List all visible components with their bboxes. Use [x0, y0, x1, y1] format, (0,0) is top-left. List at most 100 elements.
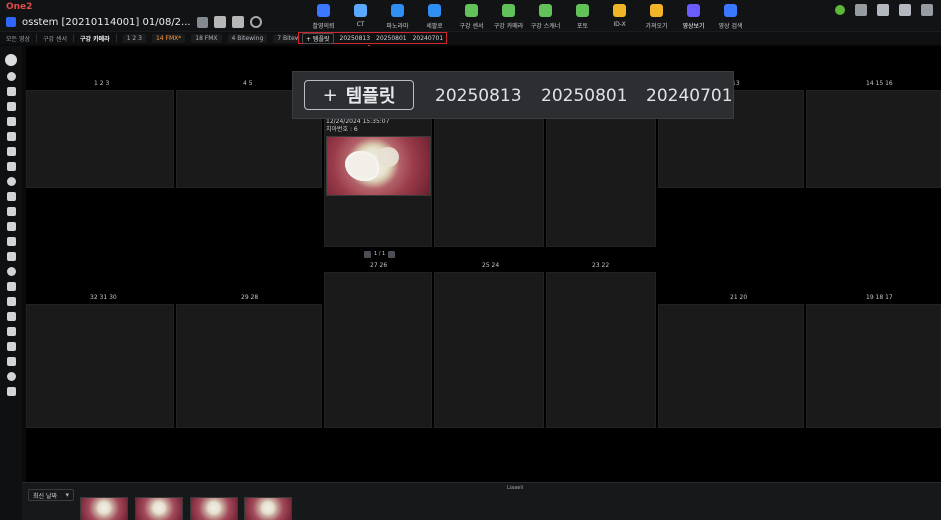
- nav-photo-label: 포토: [576, 23, 589, 30]
- image-slot[interactable]: [806, 90, 941, 188]
- triangle-icon[interactable]: [6, 207, 16, 216]
- nav-request[interactable]: 촬영의뢰: [310, 4, 337, 30]
- nav-search[interactable]: 영상 검색: [717, 4, 744, 30]
- nav-sensor-label: 구강 센서: [459, 23, 484, 30]
- pointer-icon[interactable]: [6, 162, 16, 171]
- template-add-large-button[interactable]: + 템플릿: [304, 80, 414, 110]
- image-slot[interactable]: [324, 272, 432, 428]
- template-add-button[interactable]: + 템플릿: [302, 32, 334, 44]
- nav-viewer[interactable]: 영상보기: [680, 4, 707, 30]
- template-date-1[interactable]: 20250813: [340, 35, 371, 42]
- headset-icon[interactable]: [877, 4, 889, 16]
- nav-panorama[interactable]: 파노라마: [384, 4, 411, 30]
- circle-icon[interactable]: [6, 267, 16, 276]
- template-pill-4bitewing[interactable]: 4 Bitewing: [227, 33, 268, 43]
- photo-icon: [576, 4, 589, 17]
- patient-label[interactable]: osstem [20210114001] 01/08/2...: [22, 17, 191, 28]
- right-actions: [835, 4, 933, 16]
- person-icon[interactable]: [6, 87, 16, 96]
- tooth-icon[interactable]: [6, 312, 16, 321]
- home-icon[interactable]: [5, 54, 17, 66]
- print-icon[interactable]: [855, 4, 867, 16]
- prev-page-button[interactable]: [364, 250, 371, 258]
- chevron-down-icon: ▾: [65, 491, 69, 499]
- image-slot[interactable]: [546, 272, 656, 428]
- swap-icon[interactable]: [6, 132, 16, 141]
- bucket-icon[interactable]: [6, 297, 16, 306]
- info-icon[interactable]: [6, 72, 16, 81]
- record-icon[interactable]: [6, 372, 16, 381]
- search-icon: [724, 4, 737, 17]
- nav-camera[interactable]: 구강 카메라: [494, 4, 523, 30]
- next-page-button[interactable]: [388, 250, 396, 258]
- thumbnail[interactable]: [190, 497, 238, 520]
- tooth-alt-icon[interactable]: [6, 327, 16, 336]
- tooth-number: 치아번호 : 6: [326, 126, 358, 133]
- exit-icon[interactable]: [921, 4, 933, 16]
- nav-scanner[interactable]: 구강 스캐너: [531, 4, 560, 30]
- nav-cephalo-label: 세팔로: [426, 23, 443, 30]
- intraoral-photo[interactable]: [326, 136, 431, 196]
- crumb-sensor[interactable]: 구강 센서: [43, 34, 67, 43]
- group-icon[interactable]: [6, 117, 16, 126]
- chart-icon[interactable]: [6, 357, 16, 366]
- image-slot[interactable]: [658, 304, 804, 428]
- thumbnail[interactable]: [80, 497, 128, 520]
- brush-icon[interactable]: [6, 282, 16, 291]
- image-slot[interactable]: [26, 304, 174, 428]
- dot-icon[interactable]: [6, 177, 16, 186]
- template-date-3[interactable]: 20240701: [413, 35, 444, 42]
- nav-idx[interactable]: ID-X: [606, 4, 633, 30]
- thumbnail[interactable]: [244, 497, 292, 520]
- nav-idx-label: ID-X: [613, 21, 626, 28]
- template-pill-18fmx[interactable]: 18 FMX: [191, 33, 222, 43]
- add-icon[interactable]: [6, 147, 16, 156]
- slot-label-r3-c: 21 20: [730, 294, 748, 301]
- sensor-icon: [465, 4, 478, 17]
- user-icon[interactable]: [213, 16, 226, 28]
- person-alt-icon[interactable]: [6, 102, 16, 111]
- nav-cephalo[interactable]: 세팔로: [421, 4, 448, 30]
- page-indicator: 1 / 1: [374, 251, 386, 257]
- template-date-2[interactable]: 20250801: [376, 35, 407, 42]
- filmstrip-panel: 최신 날짜 ▾ Liaaeii: [22, 482, 941, 520]
- chat-icon[interactable]: [6, 387, 16, 396]
- square-icon[interactable]: [6, 192, 16, 201]
- nav-viewer-label: 영상보기: [682, 23, 705, 30]
- separator: [73, 34, 74, 42]
- sort-dropdown[interactable]: 최신 날짜 ▾: [28, 489, 74, 501]
- nav-sensor[interactable]: 구강 센서: [458, 4, 485, 30]
- nav-import[interactable]: 가져오기: [643, 4, 670, 30]
- slot-label-r1-a: 1 2 3: [94, 80, 110, 87]
- template-date-large-2[interactable]: 20250801: [541, 86, 628, 106]
- image-slot[interactable]: [806, 304, 941, 428]
- camera-icon: [502, 4, 515, 17]
- tooth-shape: [377, 147, 399, 167]
- document-icon[interactable]: [231, 16, 244, 28]
- thumbnail[interactable]: [135, 497, 183, 520]
- nav-ct[interactable]: CT: [347, 4, 374, 30]
- template-pill-14fmx[interactable]: 14 FMX*: [151, 33, 186, 43]
- settings-gear-icon[interactable]: [899, 4, 911, 16]
- close-icon[interactable]: [6, 342, 16, 351]
- refresh-icon[interactable]: [249, 16, 262, 28]
- template-date-large-3[interactable]: 20240701: [646, 86, 733, 106]
- keyboard-icon[interactable]: [196, 16, 208, 28]
- top-bar: One2 osstem [20210114001] 01/08/2... 촬영의…: [0, 0, 941, 32]
- pen-icon[interactable]: [6, 237, 16, 246]
- image-slot[interactable]: [434, 272, 544, 428]
- marker-icon[interactable]: [6, 252, 16, 261]
- image-slot[interactable]: [26, 90, 174, 188]
- nav-photo[interactable]: 포토: [569, 4, 596, 30]
- template-pill-123[interactable]: 1 2 3: [122, 33, 146, 43]
- template-date-large-1[interactable]: 20250813: [435, 86, 522, 106]
- slot-label-r1-d: 14 15 16: [866, 80, 893, 87]
- scanner-icon: [539, 4, 552, 17]
- sub-toolbar: 모든 영상 구강 센서 구강 카메라 1 2 3 14 FMX* 18 FMX …: [0, 32, 941, 44]
- image-slot[interactable]: [176, 304, 322, 428]
- layout-icon[interactable]: [6, 222, 16, 231]
- crumb-camera[interactable]: 구강 카메라: [80, 34, 110, 43]
- crumb-all-images[interactable]: 모든 영상: [6, 34, 30, 43]
- template-highlight-bar: + 템플릿 20250813 20250801 20240701: [298, 32, 447, 44]
- app-brand: One2: [6, 2, 33, 12]
